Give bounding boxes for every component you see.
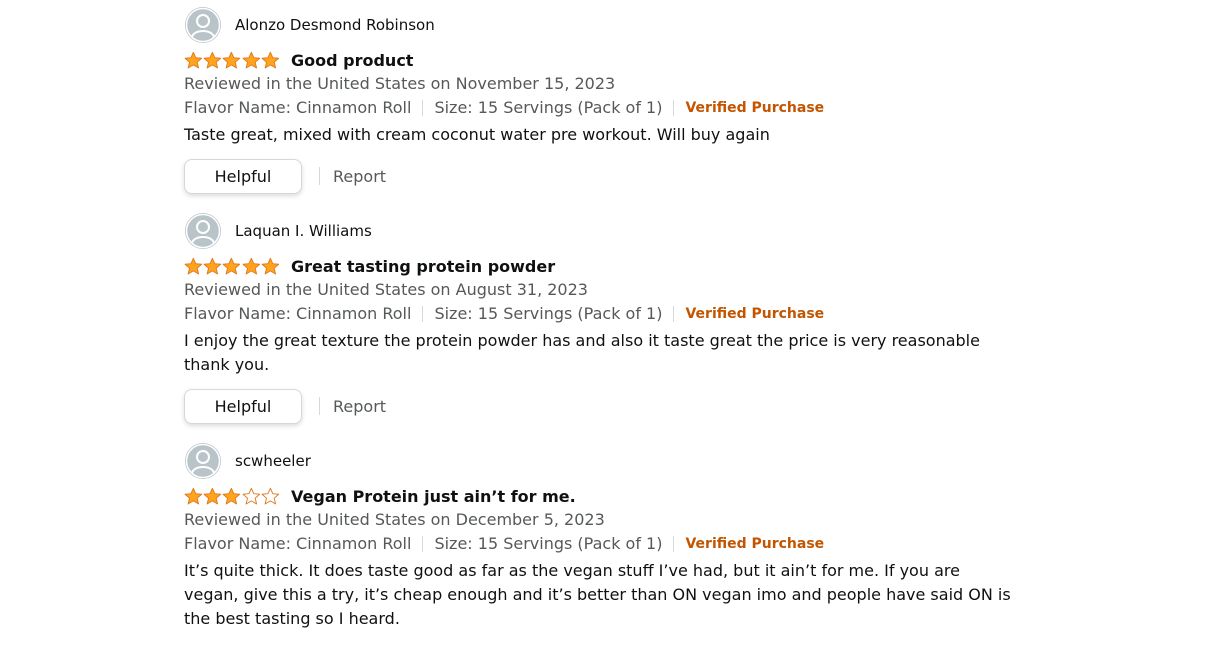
review-item: Alonzo Desmond Robinson Good product Rev… [184, 6, 1014, 195]
review-title[interactable]: Good product [291, 51, 413, 70]
divider [673, 306, 675, 322]
review-variant-info: Flavor Name: Cinnamon Roll Size: 15 Serv… [184, 303, 1014, 325]
reviewer-profile[interactable]: Laquan I. Williams [184, 212, 1014, 250]
review-actions: Helpful Report [184, 157, 1014, 195]
size-info[interactable]: Size: 15 Servings (Pack of 1) [434, 303, 662, 325]
reviews-list: Alonzo Desmond Robinson Good product Rev… [184, 0, 1014, 631]
review-date: Reviewed in the United States on Decembe… [184, 510, 605, 529]
star-filled-icon [222, 257, 241, 274]
reviewer-name[interactable]: scwheeler [235, 452, 311, 470]
star-filled-icon [261, 257, 279, 274]
divider [673, 100, 675, 116]
reviewer-name[interactable]: Laquan I. Williams [235, 222, 372, 240]
avatar-icon [185, 443, 221, 479]
review-date: Reviewed in the United States on Novembe… [184, 74, 616, 93]
review-variant-info: Flavor Name: Cinnamon Roll Size: 15 Serv… [184, 533, 1014, 555]
review-variant-info: Flavor Name: Cinnamon Roll Size: 15 Serv… [184, 97, 1014, 119]
star-filled-icon [203, 257, 222, 274]
star-filled-icon [222, 51, 241, 68]
reviewer-profile[interactable]: Alonzo Desmond Robinson [184, 6, 1014, 44]
star-rating[interactable] [184, 50, 280, 70]
review-body: It’s quite thick. It does taste good as … [184, 561, 1011, 628]
reviewer-name[interactable]: Alonzo Desmond Robinson [235, 16, 435, 34]
star-empty-icon [261, 487, 279, 504]
star-filled-icon [184, 487, 203, 504]
helpful-button[interactable]: Helpful [184, 158, 302, 194]
size-info[interactable]: Size: 15 Servings (Pack of 1) [434, 533, 662, 555]
avatar-icon [185, 213, 221, 249]
divider [422, 306, 424, 322]
star-filled-icon [184, 51, 203, 68]
star-filled-icon [261, 51, 279, 68]
star-filled-icon [203, 487, 222, 504]
review-title[interactable]: Vegan Protein just ain’t for me. [291, 487, 576, 506]
star-rating[interactable] [184, 486, 280, 506]
review-body: Taste great, mixed with cream coconut wa… [184, 125, 770, 144]
report-link[interactable]: Report [333, 167, 386, 186]
avatar-icon [185, 7, 221, 43]
flavor-name[interactable]: Flavor Name: Cinnamon Roll [184, 97, 411, 119]
flavor-name[interactable]: Flavor Name: Cinnamon Roll [184, 533, 411, 555]
verified-purchase-badge: Verified Purchase [685, 100, 825, 116]
divider [422, 536, 424, 552]
helpful-button[interactable]: Helpful [184, 388, 302, 424]
star-filled-icon [203, 51, 222, 68]
star-rating[interactable] [184, 256, 280, 276]
verified-purchase-badge: Verified Purchase [685, 536, 825, 552]
star-filled-icon [222, 487, 241, 504]
star-filled-icon [242, 51, 260, 68]
star-empty-icon [242, 487, 260, 504]
report-link[interactable]: Report [333, 397, 386, 416]
reviewer-profile[interactable]: scwheeler [184, 442, 1014, 480]
verified-purchase-badge: Verified Purchase [685, 306, 825, 322]
review-actions: Helpful Report [184, 387, 1014, 425]
review-date: Reviewed in the United States on August … [184, 280, 588, 299]
divider [422, 100, 424, 116]
divider [319, 397, 320, 415]
divider [673, 536, 675, 552]
review-body: I enjoy the great texture the protein po… [184, 331, 980, 374]
divider [319, 167, 320, 185]
star-filled-icon [184, 257, 203, 274]
star-filled-icon [242, 257, 260, 274]
review-title[interactable]: Great tasting protein powder [291, 257, 555, 276]
flavor-name[interactable]: Flavor Name: Cinnamon Roll [184, 303, 411, 325]
size-info[interactable]: Size: 15 Servings (Pack of 1) [434, 97, 662, 119]
review-item: scwheeler Vegan Protein just ain’t for m… [184, 442, 1014, 631]
review-item: Laquan I. Williams Great tasting protein… [184, 212, 1014, 425]
